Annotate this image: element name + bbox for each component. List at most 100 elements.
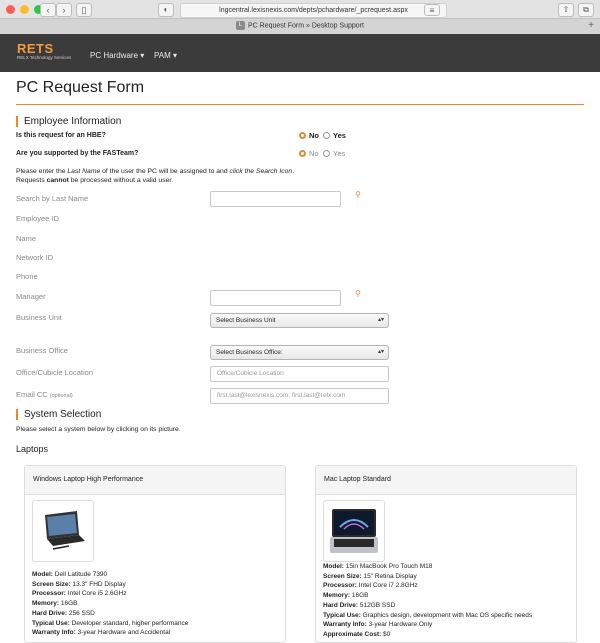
close-window-button[interactable] bbox=[6, 5, 15, 14]
spec-row: Warranty Info: 3-year Hardware Only bbox=[323, 620, 532, 630]
card-title: Mac Laptop Standard bbox=[316, 466, 576, 495]
note-text: of the user the PC will be assigned to a… bbox=[100, 168, 230, 175]
fasteam-no-option[interactable]: No bbox=[299, 149, 319, 158]
input-placeholder: first.last@lexisnexis.com; first.last@re… bbox=[217, 392, 346, 399]
spec-row: Processor: Intel Core i5 2.6GHz bbox=[32, 589, 188, 599]
option-label: Yes bbox=[333, 149, 346, 158]
new-tab-button[interactable]: + bbox=[588, 20, 594, 31]
spec-value: Dell Latitude 7390 bbox=[52, 571, 108, 578]
search-last-name-input[interactable] bbox=[210, 191, 341, 207]
url-text: lngcentral.lexisnexis.com/depts/pchardwa… bbox=[219, 7, 408, 14]
manager-search-icon[interactable]: ⚲ bbox=[355, 289, 361, 298]
spec-row: Typical Use: Developer standard, higher … bbox=[32, 619, 188, 629]
email-cc-text: Email CC bbox=[16, 390, 48, 399]
spec-row: Typical Use: Graphics design, developmen… bbox=[323, 611, 532, 621]
tab-title: PC Request Form » Desktop Support bbox=[248, 22, 364, 30]
spec-row: Memory: 16GB bbox=[323, 591, 532, 601]
name-label: Name bbox=[16, 234, 37, 243]
minimize-window-button[interactable] bbox=[20, 5, 29, 14]
nav-pam[interactable]: PAM ▾ bbox=[154, 51, 177, 60]
spec-key: Memory: bbox=[323, 592, 351, 600]
spec-value: 256 SSD bbox=[67, 609, 95, 617]
system-section-heading: System Selection bbox=[16, 409, 101, 420]
sidebar-toggle-button[interactable]: ▯ bbox=[76, 3, 92, 17]
tabs-overview-icon[interactable]: ⧉ bbox=[578, 3, 594, 17]
radio-selected-icon[interactable] bbox=[299, 150, 306, 157]
windows-laptop-image[interactable] bbox=[32, 500, 94, 562]
note-text: Requests bbox=[16, 177, 47, 184]
spec-row: Screen Size: 15" Retina Display bbox=[323, 572, 532, 582]
office-cubicle-input[interactable]: Office/Cubicle Location bbox=[210, 366, 389, 382]
browser-toolbar: ‹ › ▯ ◐ lngcentral.lexisnexis.com/depts/… bbox=[0, 0, 600, 34]
note-text: . bbox=[292, 168, 295, 175]
spec-value: Intel Core i5 2.6GHz bbox=[65, 590, 127, 598]
spec-key: Hard Drive: bbox=[32, 609, 68, 617]
favicon-icon: L bbox=[236, 21, 246, 30]
rets-logo[interactable]: RETS RELX Technology Services bbox=[17, 41, 71, 60]
title-divider bbox=[16, 104, 584, 105]
spec-key: Processor: bbox=[32, 590, 66, 598]
spec-row: Screen Size: 13.3" FHD Display bbox=[32, 580, 188, 590]
select-value: Select Business Office: bbox=[216, 349, 283, 356]
spec-key: Screen Size: bbox=[323, 572, 362, 580]
phone-label: Phone bbox=[16, 272, 38, 281]
radio-icon[interactable] bbox=[323, 132, 330, 139]
option-label: Yes bbox=[333, 131, 346, 140]
fasteam-yes-option[interactable]: Yes bbox=[323, 149, 345, 158]
business-office-select[interactable]: Select Business Office: ▴▾ bbox=[210, 345, 389, 360]
business-unit-label: Business Unit bbox=[16, 313, 62, 322]
window-controls bbox=[6, 5, 43, 14]
spec-value: 15in MacBook Pro Touch M18 bbox=[343, 563, 433, 570]
back-button[interactable]: ‹ bbox=[40, 3, 56, 17]
tab-active[interactable]: L PC Request Form » Desktop Support bbox=[0, 21, 600, 30]
site-header: RETS RELX Technology Services PC Hardwar… bbox=[0, 34, 600, 72]
option-label: No bbox=[309, 131, 319, 140]
spec-row: Model: Dell Latitude 7390 bbox=[32, 570, 188, 580]
share-icon[interactable]: ⇧ bbox=[558, 3, 574, 17]
laptop-icon bbox=[330, 509, 378, 553]
spec-key: Approximate Cost: bbox=[323, 630, 382, 638]
card-specs: Model: 15in MacBook Pro Touch M18 Screen… bbox=[323, 562, 532, 640]
hbe-yes-option[interactable]: Yes bbox=[323, 131, 346, 140]
spec-value: 3-year Hardware and Accidental bbox=[75, 629, 171, 637]
mac-laptop-image[interactable] bbox=[323, 500, 385, 562]
reader-icon[interactable]: ≡ bbox=[424, 4, 440, 16]
spec-row: Model: 15in MacBook Pro Touch M18 bbox=[323, 562, 532, 572]
optional-tag: (optional) bbox=[49, 393, 73, 399]
laptop-card-mac[interactable]: Mac Laptop Standard Model: 15in MacBook … bbox=[315, 465, 577, 643]
spec-row: Warranty Info: 3-year Hardware and Accid… bbox=[32, 628, 188, 638]
employee-id-label: Employee ID bbox=[16, 214, 59, 223]
spec-value: Intel Core i7 2.8GHz bbox=[356, 582, 418, 590]
radio-selected-icon[interactable] bbox=[299, 132, 306, 139]
select-value: Select Business Unit bbox=[216, 317, 276, 324]
spec-value: 3-year Hardware Only bbox=[366, 621, 433, 629]
spec-key: Screen Size: bbox=[32, 580, 71, 588]
spec-key: Typical Use: bbox=[323, 611, 361, 619]
nav-pc-hardware[interactable]: PC Hardware ▾ bbox=[90, 51, 144, 60]
note-strong: cannot bbox=[46, 177, 69, 184]
search-last-name-label: Search by Last Name bbox=[16, 194, 89, 203]
radio-icon[interactable] bbox=[323, 150, 330, 157]
spec-key: Memory: bbox=[32, 600, 60, 608]
spec-value: Developer standard, higher performance bbox=[69, 619, 189, 627]
fasteam-question: Are you supported by the FASTeam? bbox=[16, 150, 139, 157]
logo-title: RETS bbox=[17, 41, 54, 56]
search-icon[interactable]: ⚲ bbox=[355, 190, 361, 199]
forward-button[interactable]: › bbox=[56, 3, 72, 17]
laptop-card-windows[interactable]: Windows Laptop High Performance Model: D… bbox=[24, 465, 286, 643]
address-bar[interactable]: lngcentral.lexisnexis.com/depts/pchardwa… bbox=[180, 3, 447, 18]
note-text: Please enter the bbox=[16, 168, 68, 175]
spec-value: 15" Retina Display bbox=[361, 572, 417, 580]
system-instructions: Please select a system below by clicking… bbox=[16, 426, 181, 433]
select-arrows-icon: ▴▾ bbox=[377, 349, 384, 355]
privacy-icon[interactable]: ◐ bbox=[158, 3, 174, 17]
employee-section-heading: Employee Information bbox=[16, 116, 121, 127]
email-cc-label: Email CC (optional) bbox=[16, 390, 73, 399]
note-text: be processed without a valid user. bbox=[68, 177, 174, 184]
business-unit-select[interactable]: Select Business Unit ▴▾ bbox=[210, 313, 389, 328]
email-cc-input[interactable]: first.last@lexisnexis.com; first.last@re… bbox=[210, 388, 389, 404]
hbe-question: Is this request for an HBE? bbox=[16, 132, 106, 139]
hbe-no-option[interactable]: No bbox=[299, 131, 319, 140]
manager-input[interactable] bbox=[210, 290, 341, 306]
spec-row: Processor: Intel Core i7 2.8GHz bbox=[323, 581, 532, 591]
